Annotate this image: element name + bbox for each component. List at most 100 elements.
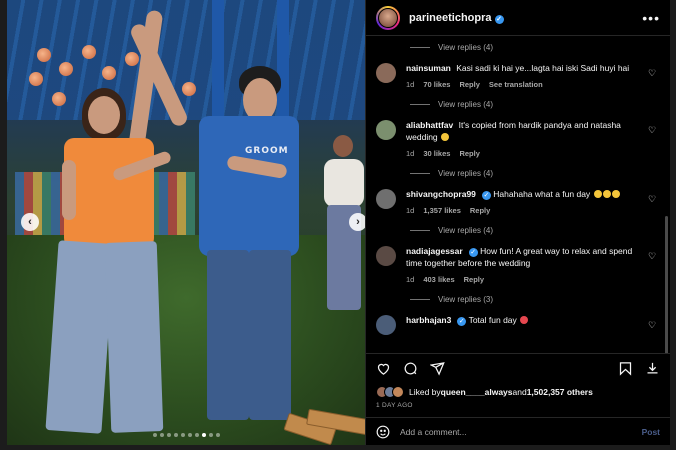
comment-time[interactable]: 1d — [406, 206, 414, 215]
carousel-dot — [187, 433, 192, 437]
replies-line — [410, 46, 430, 48]
post-username-text[interactable]: parineetichopra — [409, 12, 492, 24]
comment-reply-button[interactable]: Reply — [459, 80, 479, 89]
verified-badge-icon: ✓ — [468, 248, 478, 257]
post-username[interactable]: parineetichopra ✓ — [409, 12, 504, 24]
liker-avatar — [392, 386, 404, 398]
see-translation-button[interactable]: See translation — [489, 80, 543, 89]
post-modal: GROOM ‹ › parineetichopra ✓ ••• View repl… — [7, 0, 670, 445]
comment-body: nainsuman Kasi sadi ki hai ye...lagta ha… — [406, 62, 658, 89]
view-replies-button[interactable]: View replies (4) — [410, 219, 658, 241]
comment-meta: 1d 30 likes Reply — [406, 149, 640, 158]
view-replies-button[interactable]: View replies (3) — [410, 288, 658, 310]
post-side-panel: parineetichopra ✓ ••• View replies (4) nai… — [365, 0, 670, 445]
likes-user-link[interactable]: queen____always — [441, 387, 513, 397]
post-actions — [366, 353, 670, 383]
carousel-dot — [173, 433, 178, 437]
laughing-emoji-icon — [593, 190, 602, 198]
commenter-username[interactable]: harbhajan3 — [406, 315, 451, 325]
commenter-avatar[interactable] — [376, 120, 396, 140]
comment-text: Total fun day — [468, 315, 517, 325]
commenter-username[interactable]: nadiajagessar — [406, 246, 463, 256]
comment-text-line: shivangchopra99 ✓ Hahahaha what a fun day — [406, 188, 640, 200]
carousel-dot — [159, 433, 164, 437]
next-photo-button[interactable]: › — [349, 213, 365, 231]
save-bookmark-icon[interactable] — [618, 361, 633, 376]
commenter-username[interactable]: aliabhattfav — [406, 120, 453, 130]
more-options-icon[interactable]: ••• — [642, 10, 660, 26]
previous-photo-button[interactable]: ‹ — [21, 213, 39, 231]
replies-line — [410, 103, 430, 105]
carousel-dot — [215, 433, 220, 437]
comment-item: shivangchopra99 ✓ Hahahaha what a fun day… — [376, 184, 658, 219]
share-send-icon[interactable] — [430, 361, 445, 376]
laughing-emoji-icon — [611, 190, 620, 198]
comment-meta: 1d 70 likes Reply See translation — [406, 80, 640, 89]
download-icon[interactable] — [645, 361, 660, 376]
commenter-avatar[interactable] — [376, 63, 396, 83]
add-comment-input[interactable]: Add a comment... — [400, 427, 642, 437]
view-replies-button[interactable]: View replies (4) — [410, 162, 658, 184]
carousel-dots — [7, 433, 365, 437]
comments-scrollbar[interactable] — [665, 216, 668, 353]
carousel-dot — [166, 433, 171, 437]
view-replies-button[interactable]: View replies (4) — [410, 93, 658, 115]
view-replies-label[interactable]: View replies (4) — [438, 226, 493, 235]
likes-middle: and — [512, 387, 527, 397]
comment-likes[interactable]: 403 likes — [423, 275, 454, 284]
likes-prefix: Liked by — [409, 387, 441, 397]
verified-badge-icon: ✓ — [494, 14, 504, 24]
post-photo[interactable]: GROOM ‹ › — [7, 0, 365, 445]
comment-likes[interactable]: 1,357 likes — [423, 206, 461, 215]
view-replies-label[interactable]: View replies (4) — [438, 43, 493, 52]
comment-bubble-icon[interactable] — [403, 361, 418, 376]
comment-time[interactable]: 1d — [406, 80, 414, 89]
comment-reply-button[interactable]: Reply — [459, 149, 479, 158]
verified-badge-icon: ✓ — [481, 191, 491, 200]
profile-avatar[interactable] — [376, 5, 400, 30]
commenter-avatar[interactable] — [376, 315, 396, 335]
comment-item: nainsuman Kasi sadi ki hai ye...lagta ha… — [376, 58, 658, 93]
comment-likes[interactable]: 30 likes — [423, 149, 450, 158]
verified-badge-icon: ✓ — [457, 317, 467, 326]
likes-summary: Liked by queen____always and 1,502,357 o… — [366, 383, 670, 399]
liker-avatars[interactable] — [376, 386, 404, 398]
commenter-avatar[interactable] — [376, 246, 396, 266]
view-replies-label[interactable]: View replies (3) — [438, 295, 493, 304]
comment-item: nadiajagessar ✓ How fun! A great way to r… — [376, 241, 658, 288]
comment-reply-button[interactable]: Reply — [470, 206, 490, 215]
commenter-avatar[interactable] — [376, 189, 396, 209]
comments-list[interactable]: View replies (4) nainsuman Kasi sadi ki h… — [366, 36, 670, 353]
post-comment-button[interactable]: Post — [642, 427, 660, 437]
comment-likes[interactable]: 70 likes — [423, 80, 450, 89]
comment-like-heart-icon[interactable]: ♡ — [648, 320, 658, 330]
view-replies-label[interactable]: View replies (4) — [438, 100, 493, 109]
emoji-icon — [441, 133, 450, 141]
comment-time[interactable]: 1d — [406, 275, 414, 284]
comment-text: Kasi sadi ki hai ye...lagta hai iski Sad… — [456, 63, 630, 73]
comment-like-heart-icon[interactable]: ♡ — [648, 125, 658, 135]
like-heart-icon[interactable] — [376, 361, 391, 376]
likes-count-link[interactable]: 1,502,357 others — [527, 387, 593, 397]
comment-item: aliabhattfav It's copied from hardik pan… — [376, 115, 658, 162]
view-replies-label[interactable]: View replies (4) — [438, 169, 493, 178]
carousel-dot — [194, 433, 199, 437]
comment-text-line: nadiajagessar ✓ How fun! A great way to r… — [406, 245, 640, 269]
comment-meta: 1d 1,357 likes Reply — [406, 206, 640, 215]
emoji-icon[interactable] — [376, 425, 390, 439]
comment-time[interactable]: 1d — [406, 149, 414, 158]
commenter-username[interactable]: shivangchopra99 — [406, 189, 476, 199]
carousel-dot — [180, 433, 185, 437]
view-replies-button[interactable]: View replies (4) — [410, 36, 658, 58]
comment-item: harbhajan3 ✓ Total fun day ♡ — [376, 310, 658, 339]
comment-text-line: harbhajan3 ✓ Total fun day — [406, 314, 640, 326]
comment-like-heart-icon[interactable]: ♡ — [648, 251, 658, 261]
comment-like-heart-icon[interactable]: ♡ — [648, 194, 658, 204]
post-timestamp[interactable]: 1 DAY AGO — [366, 399, 670, 417]
commenter-username[interactable]: nainsuman — [406, 63, 451, 73]
comment-body: shivangchopra99 ✓ Hahahaha what a fun day… — [406, 188, 658, 215]
replies-line — [410, 298, 430, 300]
comment-like-heart-icon[interactable]: ♡ — [648, 68, 658, 78]
carousel-dot — [152, 433, 157, 437]
comment-reply-button[interactable]: Reply — [464, 275, 484, 284]
